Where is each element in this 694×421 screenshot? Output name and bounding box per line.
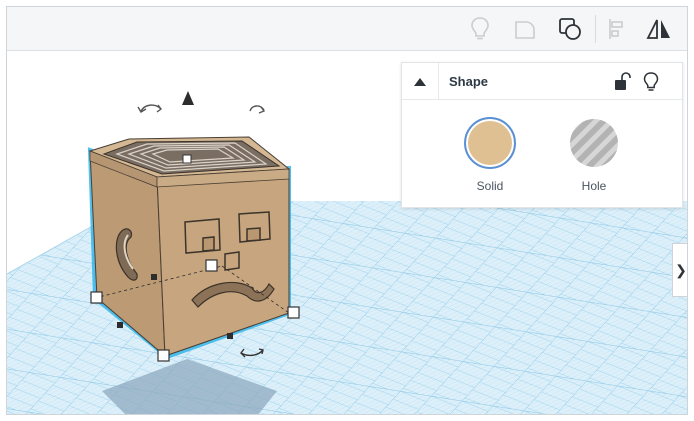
solid-option[interactable]: Solid xyxy=(460,117,520,197)
lightbulb-icon xyxy=(471,17,489,40)
lightbulb-icon xyxy=(643,72,659,91)
corner-handle-front[interactable] xyxy=(157,349,170,362)
rotate-arrow-right-icon[interactable] xyxy=(249,105,266,114)
toggle-visibility-button[interactable] xyxy=(462,13,498,45)
group-icon xyxy=(515,21,535,39)
lift-arrow-icon[interactable] xyxy=(182,91,194,105)
unlock-icon xyxy=(615,72,631,90)
visibility-button[interactable] xyxy=(642,71,660,93)
collapse-panel-button[interactable] xyxy=(402,63,439,100)
hole-option[interactable]: Hole xyxy=(564,117,624,197)
corner-handle-right[interactable] xyxy=(287,306,300,319)
panel-title: Shape xyxy=(449,74,489,89)
edge-handle-left[interactable] xyxy=(117,322,123,328)
corner-handle-back[interactable] xyxy=(205,259,218,272)
toolbar xyxy=(7,7,687,51)
solid-label: Solid xyxy=(476,179,504,193)
mirror-icon xyxy=(646,19,670,39)
app-frame: ❯ Shape Solid Hole xyxy=(6,6,688,415)
panel-header: Shape xyxy=(402,63,682,100)
height-handle[interactable] xyxy=(182,154,192,164)
expand-panel-tab[interactable]: ❯ xyxy=(672,243,687,297)
ungroup-button[interactable] xyxy=(552,13,588,45)
toolbar-separator xyxy=(595,15,596,43)
rotate-arrow-left-icon[interactable] xyxy=(137,104,162,113)
hole-swatch[interactable] xyxy=(570,119,618,167)
shape-inspector-panel: Shape Solid Hole xyxy=(401,62,683,208)
edge-handle-left-back[interactable] xyxy=(151,274,157,280)
lock-button[interactable] xyxy=(613,72,631,92)
ungroup-icon xyxy=(559,18,581,40)
align-icon xyxy=(609,19,623,39)
group-button[interactable] xyxy=(507,13,543,45)
corner-handle-left[interactable] xyxy=(90,291,103,304)
chevron-right-icon: ❯ xyxy=(675,261,687,278)
hole-label: Hole xyxy=(581,179,607,193)
mirror-button[interactable] xyxy=(641,13,677,45)
solid-color-swatch[interactable] xyxy=(464,117,516,169)
align-button[interactable] xyxy=(599,13,635,45)
edge-handle-front[interactable] xyxy=(227,333,233,339)
triangle-up-icon xyxy=(414,77,426,86)
